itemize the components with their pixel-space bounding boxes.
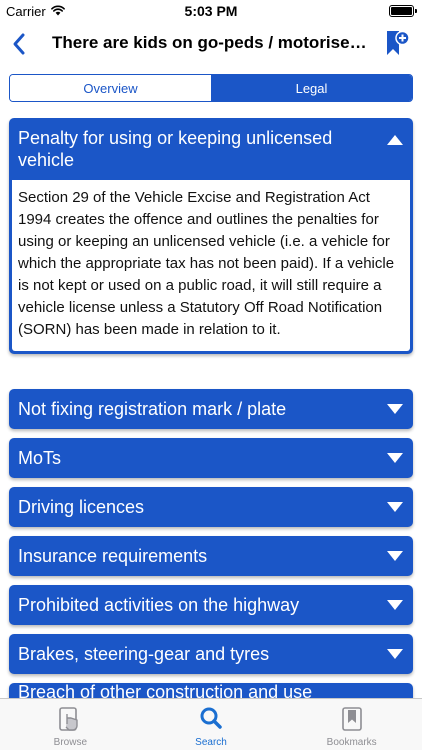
accordion-header[interactable]: Brakes, steering-gear and tyres [9, 634, 413, 674]
accordion-header[interactable]: Not fixing registration mark / plate [9, 389, 413, 429]
legal-sections-list: Penalty for using or keeping unlicensed … [0, 118, 422, 698]
tab-label: Browse [53, 737, 88, 748]
segmented-control: Overview Legal [9, 74, 413, 102]
status-time: 5:03 PM [184, 3, 238, 19]
tab-browse[interactable]: Browse [0, 699, 141, 750]
segment-legal[interactable]: Legal [211, 75, 412, 101]
accordion-insurance-requirements[interactable]: Insurance requirements [9, 536, 413, 576]
bookmarks-icon [341, 707, 362, 731]
accordion-body-text: Section 29 of the Vehicle Excise and Reg… [12, 180, 410, 351]
tab-search[interactable]: Search [141, 699, 282, 750]
tab-bookmarks[interactable]: Bookmarks [281, 699, 422, 750]
accordion-registration-mark[interactable]: Not fixing registration mark / plate [9, 389, 413, 429]
search-icon [200, 707, 222, 729]
accordion-construction-and-use[interactable]: Breach of other construction and use req… [9, 682, 413, 698]
accordion-title: MoTs [18, 447, 62, 468]
accordion-prohibited-activities[interactable]: Prohibited activities on the highway [9, 585, 413, 625]
accordion-header[interactable]: Prohibited activities on the highway [9, 585, 413, 625]
chevron-down-icon [387, 453, 403, 463]
chevron-down-icon [387, 649, 403, 659]
accordion-title: Brakes, steering-gear and tyres [18, 643, 270, 664]
chevron-down-icon [387, 551, 403, 561]
back-button[interactable] [6, 30, 34, 58]
battery-icon [389, 5, 417, 17]
tab-label: Bookmarks [326, 737, 377, 748]
chevron-down-icon [387, 404, 403, 414]
accordion-header[interactable]: MoTs [9, 438, 413, 478]
accordion-title: Penalty for using or keeping unlicensed … [18, 128, 333, 170]
segment-overview[interactable]: Overview [10, 75, 211, 101]
accordion-penalty-unlicensed-vehicle: Penalty for using or keeping unlicensed … [9, 118, 413, 354]
accordion-driving-licences[interactable]: Driving licences [9, 487, 413, 527]
accordion-title: Not fixing registration mark / plate [18, 398, 287, 419]
chevron-down-icon [387, 502, 403, 512]
tab-bar: Browse Search Bookmarks [0, 698, 422, 750]
accordion-mots[interactable]: MoTs [9, 438, 413, 478]
chevron-up-icon [387, 135, 403, 145]
accordion-header[interactable]: Driving licences [9, 487, 413, 527]
page-title: There are kids on go-peds / motorised sc… [52, 33, 370, 52]
accordion-brakes-steering-tyres[interactable]: Brakes, steering-gear and tyres [9, 634, 413, 674]
accordion-title: Driving licences [18, 496, 145, 517]
accordion-header[interactable]: Penalty for using or keeping unlicensed … [9, 118, 413, 180]
accordion-header[interactable]: Insurance requirements [9, 536, 413, 576]
accordion-title: Prohibited activities on the highway [18, 594, 300, 615]
status-bar: Carrier 5:03 PM [0, 0, 422, 22]
add-bookmark-button[interactable] [384, 29, 410, 57]
tab-label: Search [195, 737, 227, 748]
accordion-header[interactable]: Breach of other construction and use req… [9, 682, 413, 698]
chevron-down-icon [387, 600, 403, 610]
accordion-title: Breach of other construction and use req… [18, 682, 313, 698]
navigation-bar: There are kids on go-peds / motorised sc… [0, 22, 422, 66]
accordion-title: Insurance requirements [18, 545, 208, 566]
browse-hand-icon [59, 707, 79, 731]
